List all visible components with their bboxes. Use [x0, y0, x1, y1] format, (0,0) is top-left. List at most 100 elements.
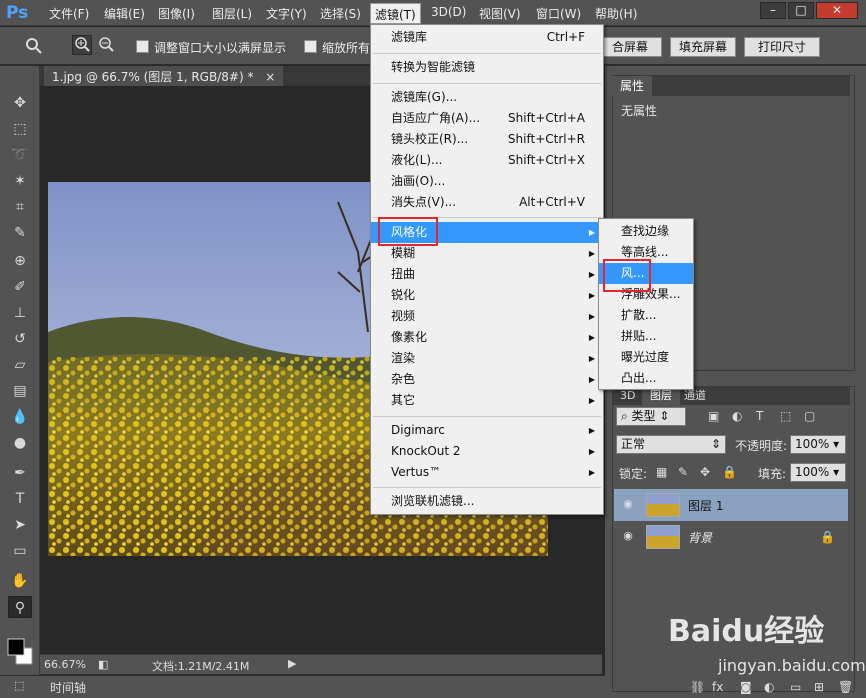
- healing-brush-tool-icon[interactable]: ⊕: [8, 250, 32, 272]
- layer-name[interactable]: 背景: [688, 529, 712, 546]
- filter-pixel-icon[interactable]: ▣: [708, 409, 719, 423]
- magic-wand-tool-icon[interactable]: ✶: [8, 170, 32, 192]
- print-size-button[interactable]: 打印尺寸: [744, 37, 820, 57]
- fill-input[interactable]: 100% ▾: [790, 463, 846, 482]
- menu-image[interactable]: 图像(I): [158, 5, 195, 22]
- submenu-item-extrude[interactable]: 凸出...: [599, 368, 693, 389]
- type-tool-icon[interactable]: T: [8, 488, 32, 510]
- pen-tool-icon[interactable]: ✒: [8, 462, 32, 484]
- zoom-level[interactable]: 66.67%: [44, 658, 86, 671]
- filter-type-icon[interactable]: T: [756, 409, 763, 423]
- lock-pixels-icon[interactable]: ✎: [678, 465, 688, 479]
- menu-item-knockout[interactable]: KnockOut 2 ▶: [371, 441, 603, 462]
- close-button[interactable]: ✕: [816, 2, 858, 19]
- menu-item-vanishing-point[interactable]: 消失点(V)... Alt+Ctrl+V: [371, 192, 603, 213]
- history-brush-tool-icon[interactable]: ↺: [8, 328, 32, 350]
- layer-filter-select[interactable]: ⌕ 类型 ⇕: [616, 407, 686, 426]
- menu-window[interactable]: 窗口(W): [536, 5, 581, 22]
- lock-transparent-icon[interactable]: ▦: [656, 465, 667, 479]
- new-fill-layer-icon[interactable]: ◐: [764, 680, 774, 694]
- menu-item-sharpen[interactable]: 锐化 ▶: [371, 285, 603, 306]
- menu-item-noise[interactable]: 杂色 ▶: [371, 369, 603, 390]
- marquee-tool-icon[interactable]: ⬚: [8, 118, 32, 140]
- move-tool-icon[interactable]: ✥: [8, 92, 32, 114]
- layer-row-selected[interactable]: ◉ 图层 1: [614, 489, 848, 521]
- menu-item-adaptive-wide-angle[interactable]: 自适应广角(A)... Shift+Ctrl+A: [371, 108, 603, 129]
- fx-icon[interactable]: fx: [712, 680, 723, 694]
- menu-view[interactable]: 视图(V): [479, 5, 521, 22]
- color-swatches[interactable]: [6, 636, 36, 668]
- menu-item-render[interactable]: 渲染 ▶: [371, 348, 603, 369]
- menu-item-vertus[interactable]: Vertus™ ▶: [371, 462, 603, 483]
- zoom-in-icon[interactable]: [72, 35, 92, 55]
- hand-tool-icon[interactable]: ✋: [8, 570, 32, 592]
- menu-select[interactable]: 选择(S): [320, 5, 361, 22]
- delete-layer-icon[interactable]: 🗑: [838, 680, 853, 694]
- menu-item-distort[interactable]: 扭曲 ▶: [371, 264, 603, 285]
- menu-item-video[interactable]: 视频 ▶: [371, 306, 603, 327]
- menu-item-filter-gallery-last[interactable]: 滤镜库 Ctrl+F: [371, 27, 603, 48]
- visibility-eye-icon[interactable]: ◉: [620, 497, 636, 511]
- gradient-tool-icon[interactable]: ▤: [8, 380, 32, 402]
- visibility-eye-icon[interactable]: ◉: [620, 529, 636, 543]
- fill-screen-button[interactable]: 填充屏幕: [670, 37, 736, 57]
- new-group-icon[interactable]: ▭: [790, 680, 801, 694]
- submenu-item-solarize[interactable]: 曝光过度: [599, 347, 693, 368]
- fit-screen-button[interactable]: 合屏幕: [598, 37, 662, 57]
- crop-tool-icon[interactable]: ⌗: [8, 196, 32, 218]
- menu-item-lens-correction[interactable]: 镜头校正(R)... Shift+Ctrl+R: [371, 129, 603, 150]
- layer-name[interactable]: 图层 1: [688, 497, 723, 514]
- menu-filter[interactable]: 滤镜(T): [370, 3, 421, 24]
- status-arrow-icon[interactable]: ▶: [288, 657, 296, 670]
- tab-close-icon[interactable]: ×: [265, 70, 275, 84]
- menu-layer[interactable]: 图层(L): [212, 5, 252, 22]
- menu-item-filter-gallery[interactable]: 滤镜库(G)...: [371, 87, 603, 108]
- eraser-tool-icon[interactable]: ▱: [8, 354, 32, 376]
- mask-icon[interactable]: ◙: [740, 680, 752, 694]
- brush-tool-icon[interactable]: ✐: [8, 276, 32, 298]
- document-tab[interactable]: 1.jpg @ 66.7% (图层 1, RGB/8#) * ×: [44, 66, 284, 86]
- zoom-out-icon[interactable]: [96, 35, 116, 55]
- blur-tool-icon[interactable]: 💧: [8, 406, 32, 428]
- restore-button[interactable]: □: [788, 2, 814, 19]
- menu-item-pixelate[interactable]: 像素化 ▶: [371, 327, 603, 348]
- menu-type[interactable]: 文字(Y): [266, 5, 307, 22]
- menu-item-liquify[interactable]: 液化(L)... Shift+Ctrl+X: [371, 150, 603, 171]
- menu-edit[interactable]: 编辑(E): [104, 5, 145, 22]
- zoom-tool-icon[interactable]: [24, 37, 44, 55]
- filter-smart-object-icon[interactable]: ▢: [804, 409, 815, 423]
- menu-item-convert-smart-filters[interactable]: 转换为智能滤镜: [371, 57, 603, 78]
- path-selection-tool-icon[interactable]: ➤: [8, 514, 32, 536]
- timeline-tab[interactable]: 时间轴: [50, 679, 86, 696]
- clone-stamp-tool-icon[interactable]: ⊥: [8, 302, 32, 324]
- zoom-tool-icon[interactable]: ⚲: [8, 596, 32, 618]
- menu-3d[interactable]: 3D(D): [431, 5, 466, 19]
- lock-all-icon[interactable]: 🔒: [722, 465, 737, 479]
- menu-item-oil-paint[interactable]: 油画(O)...: [371, 171, 603, 192]
- menu-file[interactable]: 文件(F): [49, 5, 89, 22]
- blend-mode-select[interactable]: 正常 ⇕: [616, 435, 726, 454]
- zoom-all-checkbox[interactable]: [304, 40, 317, 53]
- filter-adjustment-icon[interactable]: ◐: [732, 409, 742, 423]
- layer-row[interactable]: ◉ 背景 🔒: [614, 521, 848, 553]
- minimize-button[interactable]: –: [760, 2, 786, 19]
- opacity-input[interactable]: 100% ▾: [790, 435, 846, 454]
- submenu-item-find-edges[interactable]: 查找边缘: [599, 221, 693, 242]
- link-layers-icon[interactable]: ⛓: [690, 680, 705, 694]
- menu-item-blur[interactable]: 模糊 ▶: [371, 243, 603, 264]
- tab-properties[interactable]: 属性: [612, 76, 653, 96]
- shape-tool-icon[interactable]: ▭: [8, 540, 32, 562]
- menu-item-other[interactable]: 其它 ▶: [371, 390, 603, 411]
- menu-item-digimarc[interactable]: Digimarc ▶: [371, 420, 603, 441]
- filter-shape-icon[interactable]: ⬚: [780, 409, 791, 423]
- new-layer-icon[interactable]: ⊞: [814, 680, 824, 694]
- menu-item-browse-online-filters[interactable]: 浏览联机滤镜...: [371, 491, 603, 512]
- lasso-tool-icon[interactable]: ➰: [8, 144, 32, 166]
- submenu-item-diffuse[interactable]: 扩散...: [599, 305, 693, 326]
- dodge-tool-icon[interactable]: ●: [8, 432, 32, 454]
- menu-help[interactable]: 帮助(H): [595, 5, 637, 22]
- eyedropper-tool-icon[interactable]: ✎: [8, 222, 32, 244]
- lock-position-icon[interactable]: ✥: [700, 465, 710, 479]
- submenu-item-tiles[interactable]: 拼贴...: [599, 326, 693, 347]
- resize-windows-checkbox[interactable]: [136, 40, 149, 53]
